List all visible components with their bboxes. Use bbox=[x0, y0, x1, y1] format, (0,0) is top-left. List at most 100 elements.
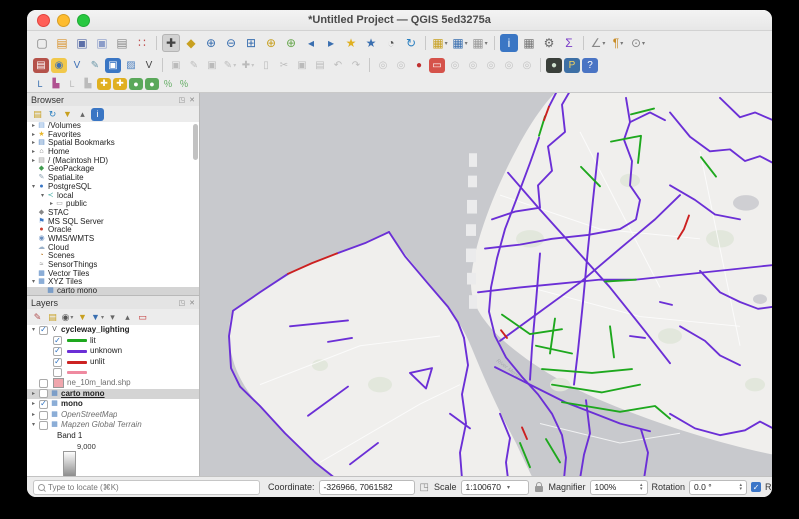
visibility-checkbox[interactable] bbox=[39, 389, 48, 398]
browser-item--macintosh-hd-[interactable]: ▸▤/ (Macintosh HD) bbox=[27, 157, 199, 166]
add-group-icon[interactable]: ▤ bbox=[46, 311, 59, 324]
save-project-icon[interactable]: ▣ bbox=[73, 34, 91, 52]
expand-all-layers-icon[interactable]: ▾ bbox=[106, 311, 119, 324]
minimize-window-button[interactable] bbox=[57, 14, 70, 27]
rotate-label-icon[interactable]: ％ bbox=[177, 78, 191, 90]
maximize-window-button[interactable] bbox=[77, 14, 90, 27]
paste-features-icon[interactable]: ▤ bbox=[312, 58, 328, 73]
filter-by-expression-icon[interactable]: ▼▾ bbox=[91, 311, 104, 324]
statistical-summary-icon[interactable]: Σ bbox=[560, 34, 578, 52]
new-project-icon[interactable]: ▢ bbox=[33, 34, 51, 52]
browser-scrollbar[interactable] bbox=[193, 124, 198, 160]
zoom-full-icon[interactable]: ⊞ bbox=[242, 34, 260, 52]
highlight-pinned-labels-icon[interactable]: ● bbox=[129, 78, 143, 90]
current-edits-icon[interactable]: ▣ bbox=[168, 58, 184, 73]
temporal-controller-icon[interactable]: ◔ bbox=[382, 34, 400, 52]
float-panel-icon[interactable]: ◳ bbox=[179, 96, 186, 104]
browser-item-xyz-tiles[interactable]: ▾▦XYZ Tiles bbox=[27, 278, 199, 287]
add-selected-layers-icon[interactable]: ▤ bbox=[31, 108, 44, 121]
notifications-icon[interactable]: ● bbox=[411, 58, 427, 73]
layer-item-ne-10m-land-shp[interactable]: ne_10m_land.shp bbox=[27, 378, 199, 389]
layer-sub-label[interactable]: Band 1 bbox=[27, 431, 199, 442]
plugin-d-icon[interactable]: ◎ bbox=[501, 58, 517, 73]
visibility-checkbox[interactable] bbox=[53, 368, 62, 377]
collapse-all-layers-icon[interactable]: ▴ bbox=[121, 311, 134, 324]
expander-icon[interactable]: ▸ bbox=[30, 389, 37, 400]
show-bookmarks-icon[interactable]: ★ bbox=[362, 34, 380, 52]
layer-item-unknown[interactable]: ✓unknown bbox=[27, 346, 199, 357]
visibility-checkbox[interactable]: ✓ bbox=[53, 347, 62, 356]
zoom-next-icon[interactable]: ▸ bbox=[322, 34, 340, 52]
delete-selected-icon[interactable]: ▯ bbox=[258, 58, 274, 73]
expander-icon[interactable]: ▸ bbox=[30, 122, 37, 131]
browser-item-vector-tiles[interactable]: ▦Vector Tiles bbox=[27, 270, 199, 279]
expander-icon[interactable]: ▾ bbox=[30, 325, 37, 336]
layer-item-carto-mono[interactable]: ▸▦carto mono bbox=[27, 389, 199, 400]
visibility-checkbox[interactable]: ✓ bbox=[39, 326, 48, 335]
expander-icon[interactable]: ▸ bbox=[48, 200, 55, 209]
expander-icon[interactable]: ▾ bbox=[30, 420, 37, 431]
magnifier-field[interactable]: 100%▴▾ bbox=[590, 480, 648, 495]
layer-item-swatch[interactable] bbox=[27, 367, 199, 378]
open-attribute-table-icon[interactable]: ▦ bbox=[520, 34, 538, 52]
open-layer-styling-icon[interactable]: ✎ bbox=[31, 311, 44, 324]
layer-item-mono[interactable]: ▸✓▦mono bbox=[27, 399, 199, 410]
save-layer-edits-icon[interactable]: ▣ bbox=[204, 58, 220, 73]
plugin-e-icon[interactable]: ◎ bbox=[519, 58, 535, 73]
browser-item-home[interactable]: ▸⌂Home bbox=[27, 148, 199, 157]
geocode-icon[interactable]: ◎ bbox=[393, 58, 409, 73]
grass-tools-icon[interactable]: ● bbox=[546, 58, 562, 73]
pan-map-icon[interactable]: ✚ bbox=[162, 34, 180, 52]
browser-item-spatial-bookmarks[interactable]: ▸▤Spatial Bookmarks bbox=[27, 139, 199, 148]
refresh-browser-icon[interactable]: ↻ bbox=[46, 108, 59, 121]
scale-combo[interactable]: 1:100670▾ bbox=[461, 480, 529, 495]
collapse-all-browser-icon[interactable]: ▴ bbox=[76, 108, 89, 121]
extents-icon[interactable]: ◳ bbox=[420, 482, 429, 493]
plugin-c-icon[interactable]: ◎ bbox=[483, 58, 499, 73]
new-spatial-bookmark-icon[interactable]: ★ bbox=[342, 34, 360, 52]
close-panel-icon[interactable]: ✕ bbox=[189, 96, 195, 104]
unpin-labels-icon[interactable]: ✚ bbox=[113, 78, 127, 90]
browser-item-ms-sql-server[interactable]: ⚑MS SQL Server bbox=[27, 218, 199, 227]
open-project-icon[interactable]: ▤ bbox=[53, 34, 71, 52]
copy-label-style-icon[interactable]: L bbox=[65, 78, 79, 90]
browser-item-spatialite[interactable]: ✎SpatiaLite bbox=[27, 174, 199, 183]
expander-icon[interactable]: ▾ bbox=[30, 278, 37, 287]
plugin-b-icon[interactable]: ◎ bbox=[465, 58, 481, 73]
paste-label-style-icon[interactable]: ▙ bbox=[81, 78, 95, 90]
close-window-button[interactable] bbox=[37, 14, 50, 27]
render-checkbox[interactable]: ✓ bbox=[751, 482, 761, 492]
layer-labeling-options-icon[interactable]: L bbox=[33, 78, 47, 90]
pan-to-selection-icon[interactable]: ◆ bbox=[182, 34, 200, 52]
add-virtual-layer-icon[interactable]: V bbox=[141, 58, 157, 73]
filter-legend-icon[interactable]: ▼ bbox=[76, 311, 89, 324]
browser-item-scenes[interactable]: ◔Scenes bbox=[27, 252, 199, 261]
data-source-manager-icon[interactable]: ▤ bbox=[33, 58, 49, 73]
visibility-checkbox[interactable] bbox=[39, 411, 48, 420]
plugin-a-icon[interactable]: ◎ bbox=[447, 58, 463, 73]
browser-properties-icon[interactable]: i bbox=[91, 108, 104, 121]
add-postgis-layer-icon[interactable]: ▣ bbox=[105, 58, 121, 73]
move-label-icon[interactable]: ％ bbox=[161, 78, 175, 90]
rotation-field[interactable]: 0.0 °▴▾ bbox=[689, 480, 747, 495]
expander-icon[interactable]: ▸ bbox=[30, 131, 37, 140]
browser-item-favorites[interactable]: ▸★Favorites bbox=[27, 131, 199, 140]
toggle-editing-icon[interactable]: ✎ bbox=[186, 58, 202, 73]
refresh-map-icon[interactable]: ↻ bbox=[402, 34, 420, 52]
coordinate-field[interactable]: -326966, 7061582 bbox=[319, 480, 415, 495]
deselect-features-icon[interactable]: ▦▾ bbox=[471, 34, 489, 52]
options-gear-icon[interactable]: ⚙ bbox=[540, 34, 558, 52]
python-console-icon[interactable]: P bbox=[564, 58, 580, 73]
style-manager-icon[interactable]: ∷ bbox=[133, 34, 151, 52]
visibility-checkbox[interactable]: ✓ bbox=[53, 336, 62, 345]
select-features-icon[interactable]: ▦▾ bbox=[431, 34, 449, 52]
zoom-in-icon[interactable]: ⊕ bbox=[202, 34, 220, 52]
map-canvas[interactable]: River Mersey bbox=[200, 93, 772, 476]
add-vector-layer-icon[interactable]: V bbox=[69, 58, 85, 73]
browser-item-geopackage[interactable]: ◆GeoPackage bbox=[27, 165, 199, 174]
layer-item-cycleway-lighting[interactable]: ▾✓Vcycleway_lighting bbox=[27, 325, 199, 336]
expander-icon[interactable]: ▸ bbox=[30, 139, 37, 148]
locate-input[interactable] bbox=[33, 480, 260, 495]
identify-features-icon[interactable]: i bbox=[500, 34, 518, 52]
add-spatialite-layer-icon[interactable]: ✎ bbox=[87, 58, 103, 73]
